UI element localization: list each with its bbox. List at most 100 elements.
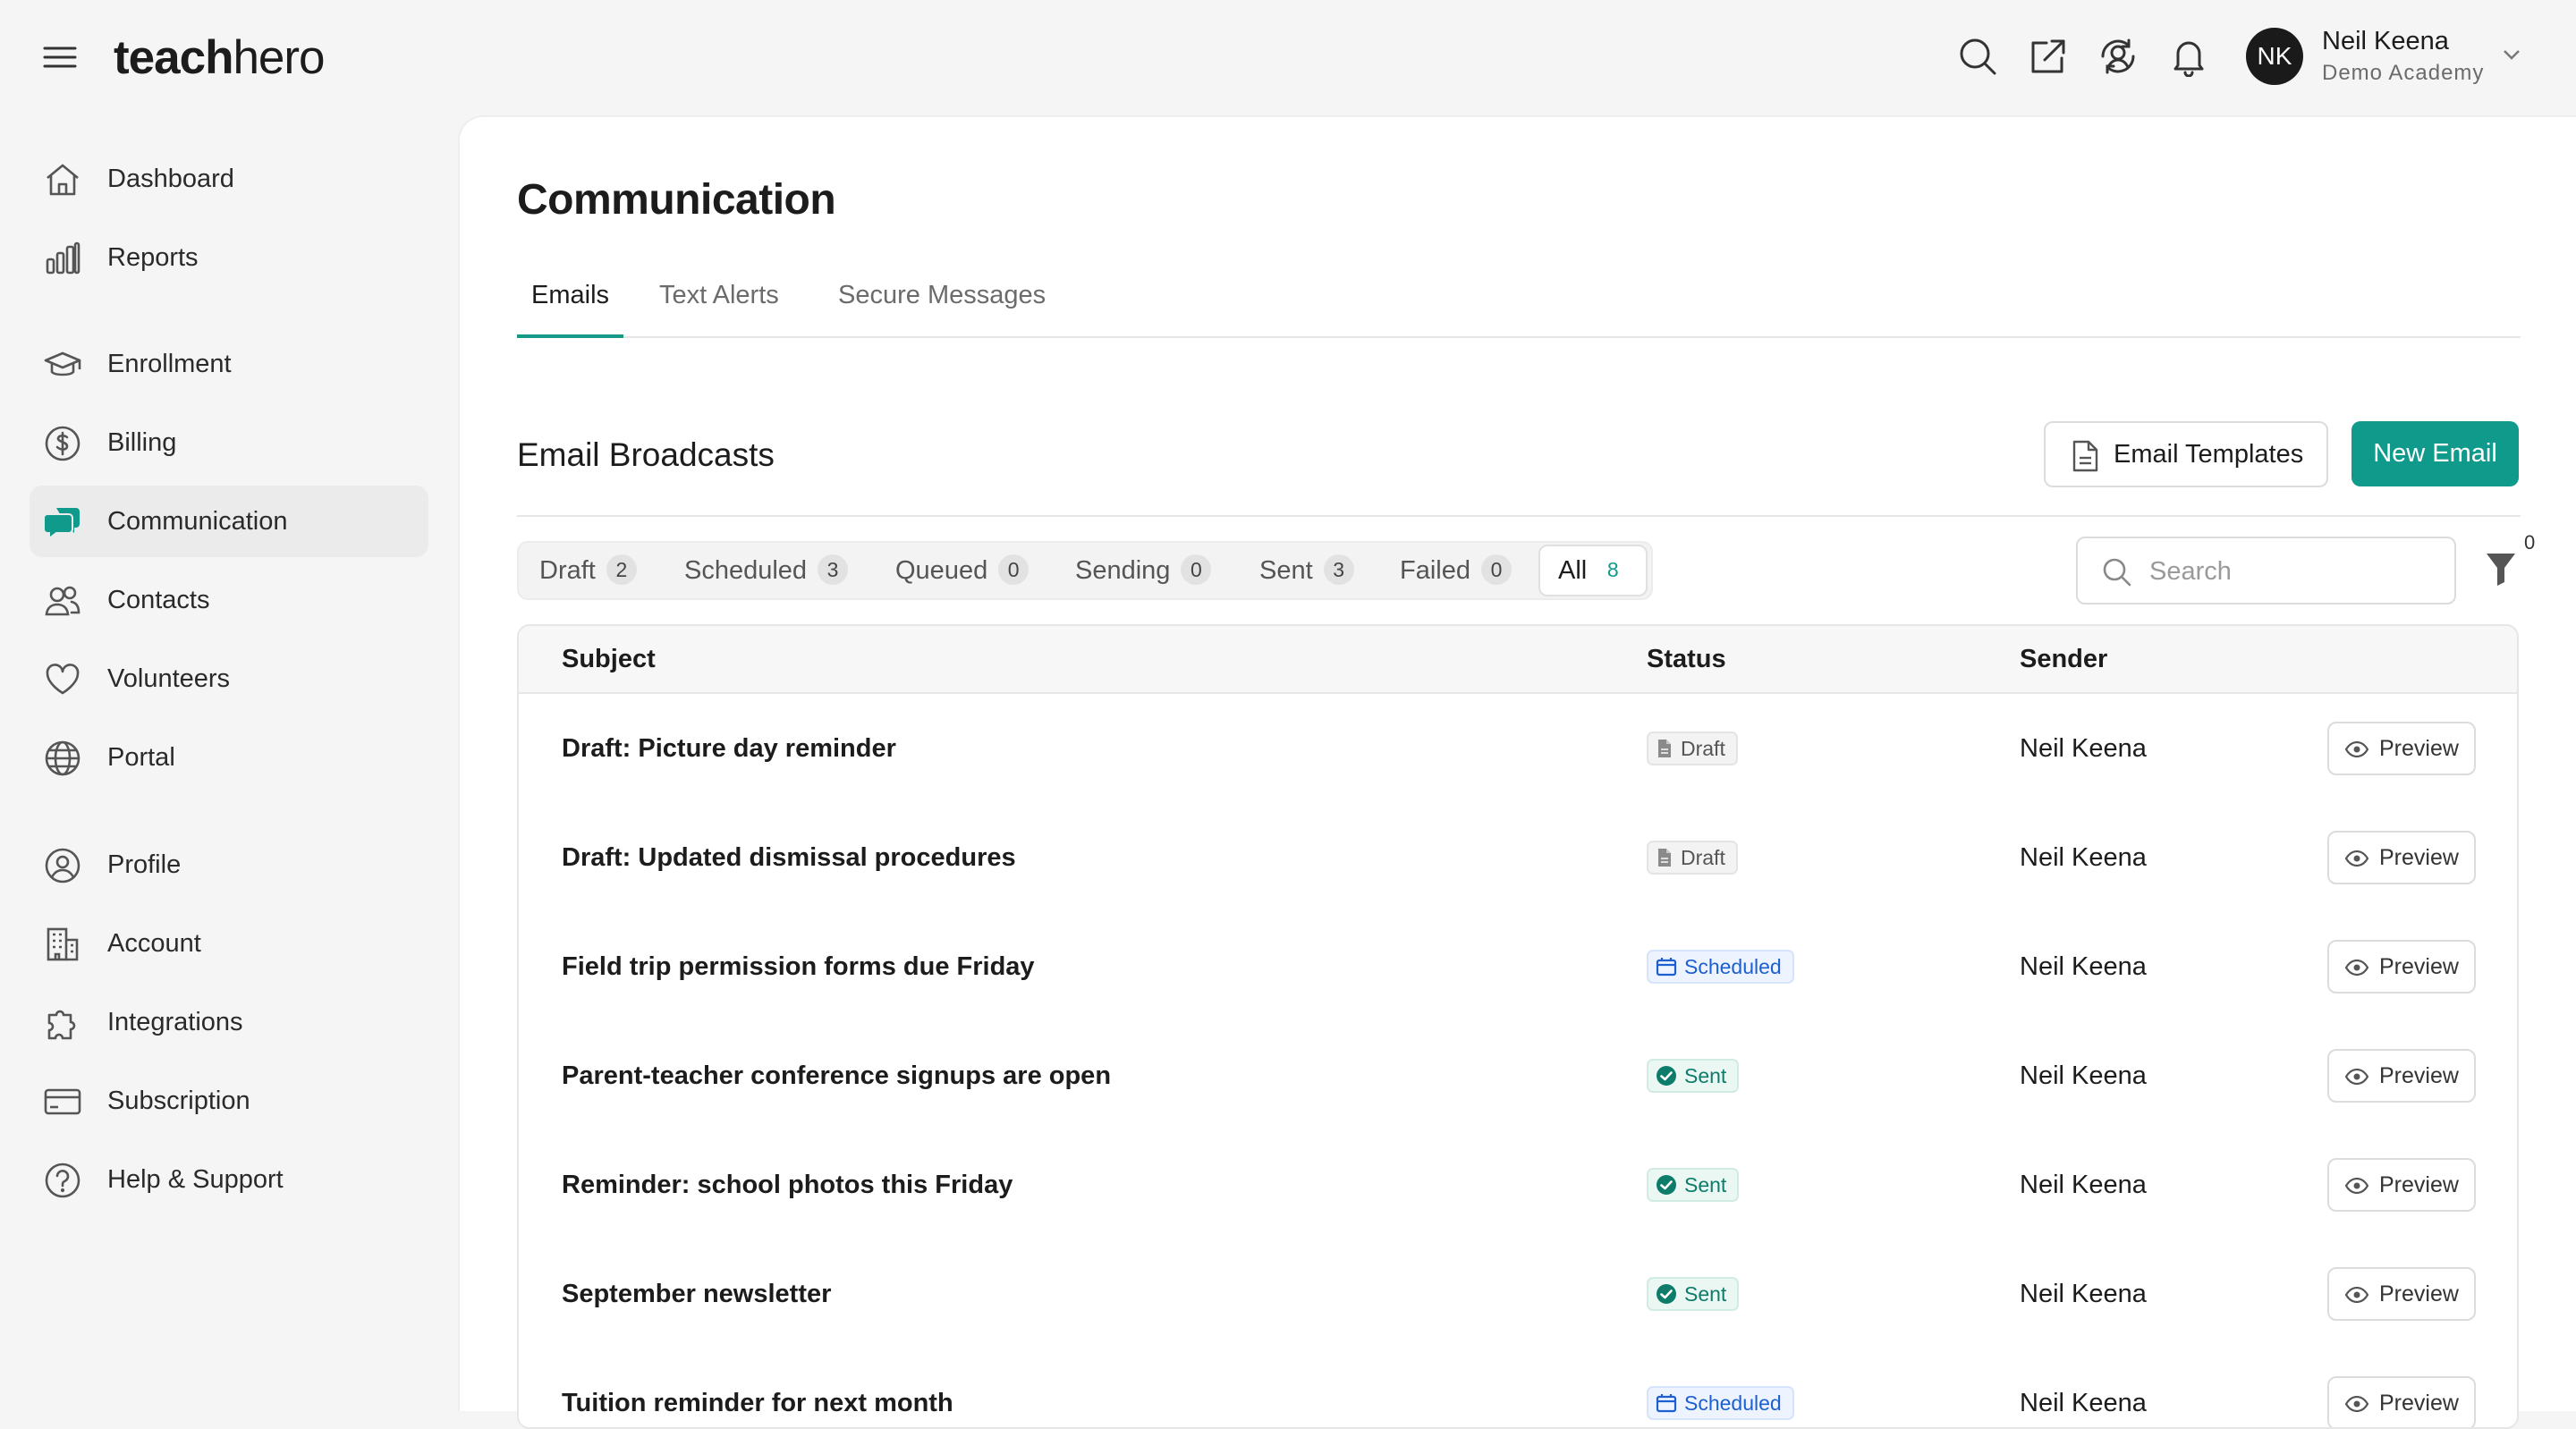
search-icon[interactable] [1957, 36, 1998, 77]
search-input[interactable] [2148, 547, 2437, 596]
preview-button[interactable]: Preview [2327, 722, 2476, 775]
filter-scheduled[interactable]: Scheduled 3 [684, 543, 849, 598]
email-subject[interactable]: Field trip permission forms due Friday [562, 912, 1035, 1021]
sidebar-item-communication[interactable]: Communication [30, 486, 428, 557]
filter-queued[interactable]: Queued 0 [895, 543, 1030, 598]
column-header-status[interactable]: Status [1647, 626, 1726, 692]
sidebar-item-enrollment[interactable]: Enrollment [30, 328, 428, 400]
email-subject[interactable]: September newsletter [562, 1239, 831, 1349]
eye-icon [2345, 741, 2368, 757]
preview-button[interactable]: Preview [2327, 831, 2476, 884]
email-subject[interactable]: Tuition reminder for next month [562, 1349, 953, 1427]
email-sender: Neil Keena [2020, 734, 2147, 763]
table-row[interactable]: Reminder: school photos this Friday Sent N… [519, 1130, 2517, 1241]
user-organization: Demo Academy [2322, 61, 2485, 85]
check-circle-icon [1657, 1066, 1676, 1086]
logo-light-text: hero [233, 31, 325, 84]
active-tab-indicator [517, 334, 623, 338]
document-icon [2072, 440, 2098, 472]
section-title: Email Broadcasts [517, 436, 775, 473]
graduation-cap-icon [44, 346, 81, 384]
credit-card-icon [44, 1083, 81, 1120]
status-badge: Sent [1647, 1168, 1740, 1202]
user-name[interactable]: Neil Keena [2322, 25, 2449, 57]
filter-sent[interactable]: Sent 3 [1259, 543, 1354, 598]
external-link-icon[interactable] [2027, 36, 2068, 77]
email-subject[interactable]: Draft: Picture day reminder [562, 694, 896, 803]
filter-draft[interactable]: Draft 2 [539, 543, 637, 598]
preview-button[interactable]: Preview [2327, 940, 2476, 994]
sidebar-item-label: Portal [107, 743, 175, 772]
search-icon [2103, 558, 2131, 587]
column-header-subject[interactable]: Subject [562, 626, 656, 692]
filter-count-badge: 0 [998, 554, 1030, 585]
email-subject[interactable]: Reminder: school photos this Friday [562, 1130, 1013, 1239]
document-icon [1658, 849, 1671, 867]
tabs-divider [517, 336, 2521, 338]
sidebar-item-label: Billing [107, 428, 177, 457]
sidebar-item-label: Enrollment [107, 350, 232, 378]
email-subject[interactable]: Parent-teacher conference signups are op… [562, 1021, 1111, 1130]
filter-sending[interactable]: Sending 0 [1075, 543, 1212, 598]
sidebar-item-portal[interactable]: Portal [30, 722, 428, 793]
avatar[interactable]: NK [2246, 28, 2303, 85]
table-row[interactable]: Draft: Picture day reminder Draft Neil Kee… [519, 694, 2517, 805]
filter-count: 0 [2524, 531, 2536, 554]
status-badge: Draft [1647, 731, 1738, 765]
preview-button[interactable]: Preview [2327, 1158, 2476, 1212]
sidebar-item-label: Subscription [107, 1087, 250, 1115]
filter-label: Draft [539, 556, 596, 585]
email-templates-button[interactable]: Email Templates [2044, 421, 2328, 487]
sidebar-item-contacts[interactable]: Contacts [30, 564, 428, 636]
preview-button[interactable]: Preview [2327, 1267, 2476, 1321]
filter-all[interactable]: All 8 [1538, 545, 1648, 596]
column-header-sender[interactable]: Sender [2020, 626, 2107, 692]
preview-label: Preview [2379, 736, 2459, 761]
email-subject[interactable]: Draft: Updated dismissal procedures [562, 803, 1016, 912]
new-email-button[interactable]: New Email [2351, 421, 2519, 486]
status-badge: Sent [1647, 1277, 1740, 1311]
table-row[interactable]: Field trip permission forms due Friday Sc… [519, 912, 2517, 1023]
status-label: Sent [1684, 1282, 1727, 1306]
user-circle-icon [44, 847, 81, 884]
email-broadcasts-table: Subject Status Sender Draft: Picture day… [517, 624, 2519, 1429]
preview-button[interactable]: Preview [2327, 1049, 2476, 1103]
teachhero-logo[interactable]: teachhero [114, 27, 326, 89]
bar-chart-icon [44, 240, 81, 277]
sidebar-item-reports[interactable]: Reports [30, 222, 428, 293]
eye-icon [2345, 1178, 2368, 1194]
bell-icon[interactable] [2168, 36, 2209, 77]
sidebar-item-billing[interactable]: Billing [30, 407, 428, 478]
sidebar-item-help-support[interactable]: Help & Support [30, 1144, 428, 1215]
email-sender: Neil Keena [2020, 1171, 2147, 1199]
user-switch-icon[interactable] [2097, 36, 2139, 77]
tab-text-alerts[interactable]: Text Alerts [659, 277, 779, 313]
chevron-down-icon[interactable] [2502, 48, 2521, 61]
filter-label: Sent [1259, 556, 1313, 585]
sidebar-item-dashboard[interactable]: Dashboard [30, 143, 428, 215]
calendar-icon [1656, 958, 1677, 977]
table-row[interactable]: Draft: Updated dismissal procedures Draft… [519, 803, 2517, 914]
filter-count-badge: 3 [818, 554, 849, 585]
eye-icon [2345, 1396, 2368, 1412]
sidebar-item-subscription[interactable]: Subscription [30, 1065, 428, 1137]
filter-failed[interactable]: Failed 0 [1400, 543, 1512, 598]
filter-count-badge: 0 [1481, 554, 1512, 585]
table-row[interactable]: September newsletter Sent Neil Keena Previe… [519, 1239, 2517, 1350]
calendar-icon [1656, 1394, 1677, 1413]
sidebar-item-volunteers[interactable]: Volunteers [30, 643, 428, 714]
filter-icon[interactable] [2485, 550, 2517, 588]
table-row[interactable]: Parent-teacher conference signups are op… [519, 1021, 2517, 1132]
logo-bold-text: teach [114, 31, 233, 84]
help-circle-icon [44, 1162, 81, 1199]
sidebar-item-profile[interactable]: Profile [30, 829, 428, 901]
eye-icon [2345, 1069, 2368, 1085]
sidebar-item-account[interactable]: Account [30, 908, 428, 979]
menu-icon[interactable] [42, 43, 78, 72]
tab-emails[interactable]: Emails [531, 277, 609, 313]
sidebar-item-integrations[interactable]: Integrations [30, 986, 428, 1058]
email-sender: Neil Keena [2020, 952, 2147, 981]
tab-secure-messages[interactable]: Secure Messages [838, 277, 1046, 313]
preview-button[interactable]: Preview [2327, 1376, 2476, 1427]
table-row[interactable]: Tuition reminder for next month Scheduled… [519, 1349, 2517, 1427]
